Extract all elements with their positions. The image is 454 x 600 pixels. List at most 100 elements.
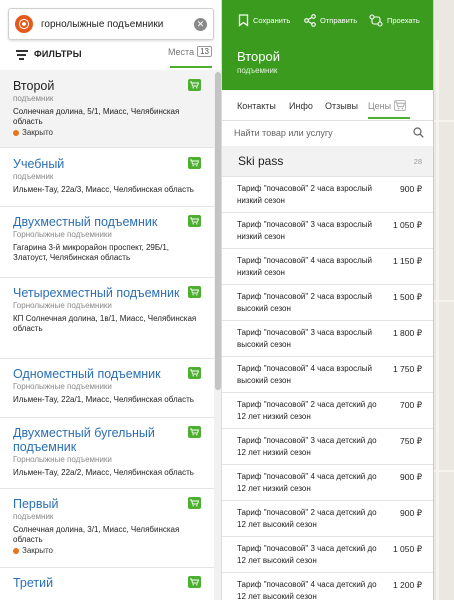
tab-info[interactable]: Инфо [289, 101, 313, 111]
price-name: Тариф "почасовой" 3 часа детский до 12 л… [237, 544, 377, 565]
bookmark-icon [238, 14, 249, 27]
section-count: 28 [413, 157, 422, 166]
result-address: Солнечная долина, 5/1, Миасс, Челябинска… [13, 107, 180, 126]
place-header: Сохранить Отправить Проехать Второй подъ… [222, 0, 433, 90]
result-title[interactable]: Четырехместный подъемник [13, 286, 202, 300]
result-address: Ильмен-Тау, 22а/2, Миасс, Челябинская об… [13, 468, 194, 477]
filter-icon[interactable] [16, 49, 28, 60]
status-text: Закрыто [22, 546, 54, 555]
places-tab[interactable]: Места 13 [168, 46, 212, 57]
close-icon[interactable]: ✕ [194, 17, 207, 31]
filters-button[interactable]: ФИЛЬТРЫ [34, 49, 82, 59]
list-item[interactable]: Четырехместный подъемник Горнолыжные под… [0, 278, 214, 358]
section-title: Ski pass [238, 154, 284, 168]
price-name: Тариф "почасовой" 4 часа детский до 12 л… [237, 472, 377, 493]
list-item[interactable]: Двухместный подъемник Горнолыжные подъем… [0, 207, 214, 277]
price-row[interactable]: Тариф "почасовой" 2 часа детский до 12 л… [222, 500, 433, 536]
search-box[interactable]: горнолыжные подъемники ✕ [8, 8, 214, 40]
search-input[interactable]: горнолыжные подъемники [41, 19, 194, 30]
price-value: 900 ₽ [400, 508, 422, 518]
price-name: Тариф "почасовой" 2 часа взрослый высоки… [237, 292, 373, 313]
price-name: Тариф "почасовой" 4 часа взрослый низкий… [237, 256, 373, 277]
price-row[interactable]: Тариф "почасовой" 4 часа взрослый низкий… [222, 248, 433, 284]
result-category: Горнолыжные подъемники [13, 382, 112, 391]
result-category: Горнолыжные подъемники [13, 301, 112, 310]
price-name: Тариф "почасовой" 3 часа детский до 12 л… [237, 436, 377, 457]
result-category: подъемник [13, 94, 54, 103]
price-row[interactable]: Тариф "почасовой" 3 часа взрослый низкий… [222, 212, 433, 248]
save-button[interactable]: Сохранить [238, 14, 290, 27]
places-label: Места [167, 46, 195, 57]
cart-icon [188, 497, 201, 509]
price-search[interactable]: Найти товар или услугу [222, 121, 433, 146]
price-search-input[interactable]: Найти товар или услугу [234, 128, 333, 138]
tab-reviews[interactable]: Отзывы [325, 101, 358, 111]
map-area[interactable] [434, 0, 454, 600]
list-item[interactable]: Первый подъемник Солнечная долина, 3/1, … [0, 489, 214, 567]
price-name: Тариф "почасовой" 3 часа взрослый низкий… [237, 220, 373, 241]
directions-label: Проехать [387, 16, 420, 25]
price-section-header: Ski pass 28 [222, 146, 433, 176]
share-label: Отправить [320, 16, 358, 25]
result-address: Ильмен-Тау, 22а/3, Миасс, Челябинская об… [13, 185, 194, 194]
price-value: 750 ₽ [400, 436, 422, 446]
price-row[interactable]: Тариф "почасовой" 3 часа детский до 12 л… [222, 536, 433, 572]
price-row[interactable]: Тариф "почасовой" 4 часа детский до 12 л… [222, 464, 433, 500]
cart-icon [394, 100, 406, 111]
price-row[interactable]: Тариф "почасовой" 2 часа детский до 12 л… [222, 392, 433, 428]
result-title[interactable]: Одноместный подъемник [13, 367, 202, 381]
result-title[interactable]: Третий [13, 576, 202, 590]
details-tabs: Контакты Инфо Отзывы Цены [222, 96, 433, 120]
result-title[interactable]: Учебный [13, 157, 202, 171]
active-tab-indicator [368, 117, 410, 119]
price-row[interactable]: Тариф "почасовой" 3 часа детский до 12 л… [222, 428, 433, 464]
cart-icon [188, 367, 201, 379]
save-label: Сохранить [253, 16, 291, 25]
price-value: 700 ₽ [400, 400, 422, 410]
header-actions: Сохранить Отправить Проехать [222, 14, 433, 34]
result-address: Солнечная долина, 3/1, Миасс, Челябинска… [13, 525, 180, 544]
places-count-badge: 13 [197, 46, 212, 57]
list-scrollbar[interactable] [214, 70, 221, 600]
tab-prices[interactable]: Цены [368, 101, 391, 111]
price-row[interactable]: Тариф "почасовой" 2 часа взрослый низкий… [222, 176, 433, 212]
place-subtitle: подъемник [237, 66, 278, 75]
price-name: Тариф "почасовой" 4 часа детский до 12 л… [237, 580, 377, 600]
result-address: Гагарина 3-й микрорайон проспект, 29Б/1,… [13, 243, 170, 262]
price-value: 1 500 ₽ [392, 292, 422, 302]
list-item[interactable]: Второй подъемник Солнечная долина, 5/1, … [0, 70, 214, 147]
cart-icon [188, 215, 201, 227]
price-row[interactable]: Тариф "почасовой" 2 часа взрослый высоки… [222, 284, 433, 320]
result-category: Горнолыжные подъемники [13, 455, 112, 464]
cart-icon [188, 157, 201, 169]
price-name: Тариф "почасовой" 4 часа взрослый высоки… [237, 364, 373, 385]
result-title[interactable]: Двухместный подъемник [13, 215, 202, 229]
status-badge: Закрыто [13, 546, 202, 555]
price-value: 900 ₽ [400, 472, 422, 482]
price-row[interactable]: Тариф "почасовой" 4 часа детский до 12 л… [222, 572, 433, 600]
price-row[interactable]: Тариф "почасовой" 3 часа взрослый высоки… [222, 320, 433, 356]
list-item[interactable]: Учебный подъемник Ильмен-Тау, 22а/3, Миа… [0, 148, 214, 206]
price-row[interactable]: Тариф "почасовой" 4 часа взрослый высоки… [222, 356, 433, 392]
cart-icon [188, 79, 201, 91]
list-item[interactable]: Третий [0, 568, 214, 600]
result-title[interactable]: Двухместный бугельный подъемник [13, 426, 202, 454]
tab-contacts[interactable]: Контакты [237, 101, 276, 111]
app-logo-icon [15, 15, 33, 33]
price-value: 900 ₽ [400, 184, 422, 194]
list-item[interactable]: Двухместный бугельный подъемник Горнолыж… [0, 418, 214, 488]
result-category: подъемник [13, 172, 54, 181]
share-button[interactable]: Отправить [304, 14, 357, 27]
scrollbar-thumb[interactable] [215, 72, 221, 390]
status-text: Закрыто [22, 128, 54, 137]
places-tab-underline [170, 66, 212, 68]
result-title[interactable]: Второй [13, 79, 202, 93]
price-value: 1 800 ₽ [392, 328, 422, 338]
result-title[interactable]: Первый [13, 497, 202, 511]
cart-icon [188, 576, 201, 588]
directions-button[interactable]: Проехать [369, 14, 420, 27]
result-address: КП Солнечная долина, 1в/1, Миасс, Челяби… [13, 314, 197, 333]
result-category: Горнолыжные подъемники [13, 230, 112, 239]
search-icon[interactable] [413, 127, 424, 138]
list-item[interactable]: Одноместный подъемник Горнолыжные подъем… [0, 359, 214, 417]
